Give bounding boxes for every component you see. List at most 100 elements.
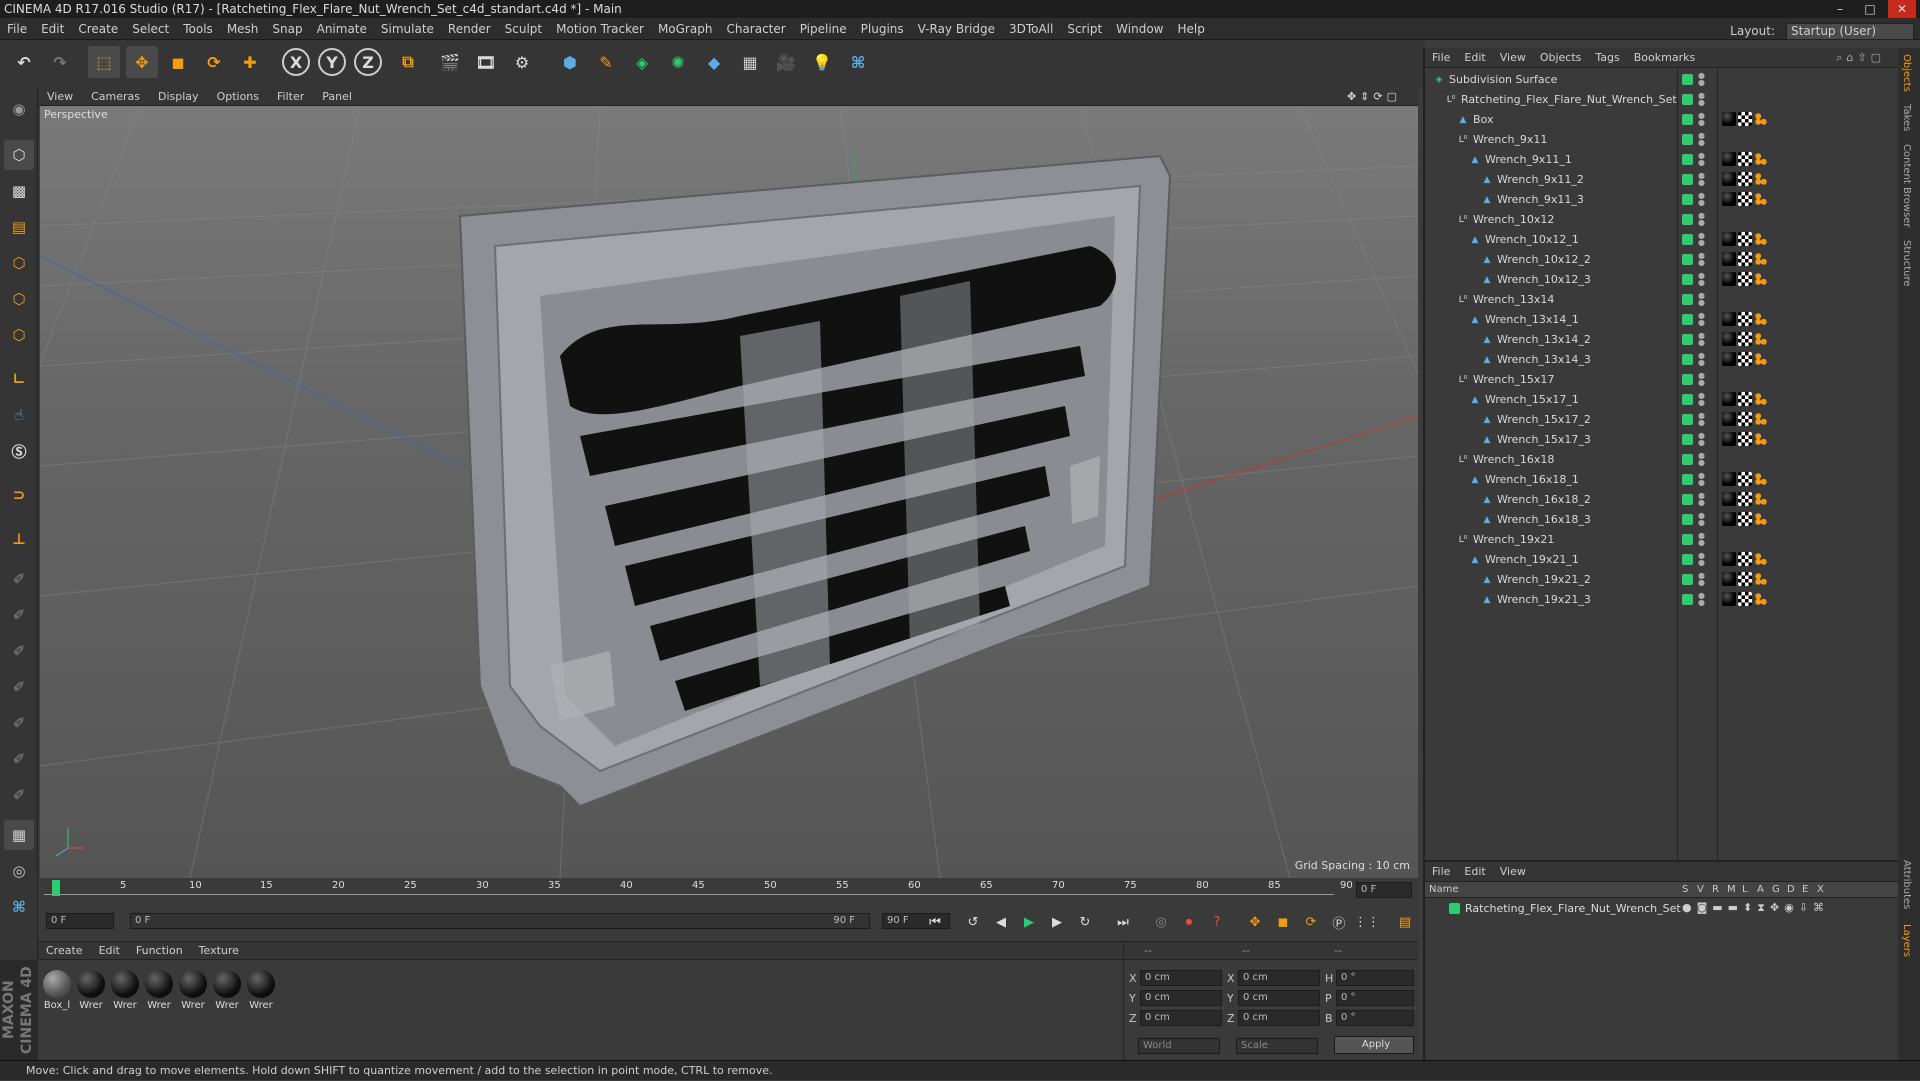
phong-tag-icon[interactable] bbox=[1754, 232, 1768, 246]
brush-tool-icon-5[interactable]: ✐ bbox=[4, 708, 34, 738]
visibility-toggle[interactable] bbox=[1682, 434, 1693, 445]
object-row[interactable]: ▲ Wrench_10x12_2 ● ● bbox=[1425, 250, 1900, 269]
material-tag-icon[interactable] bbox=[1722, 192, 1736, 206]
side-tab-attributes[interactable]: Attributes bbox=[1901, 860, 1912, 909]
visibility-toggle[interactable] bbox=[1682, 174, 1693, 185]
viewport-menu-view[interactable]: View bbox=[38, 88, 82, 106]
points-mode-icon[interactable]: ⬡ bbox=[4, 248, 34, 278]
material-tag-icon[interactable] bbox=[1722, 252, 1736, 266]
texture-tag-icon[interactable] bbox=[1738, 592, 1752, 606]
make-editable-icon[interactable]: ◉ bbox=[4, 94, 34, 124]
texture-mode-icon[interactable]: ▩ bbox=[4, 176, 34, 206]
menu-vray-bridge[interactable]: V-Ray Bridge bbox=[911, 18, 1002, 40]
material-tag-icon[interactable] bbox=[1722, 432, 1736, 446]
material-swatch[interactable]: Wrer bbox=[212, 970, 242, 1014]
polygons-mode-icon[interactable]: ⬡ bbox=[4, 320, 34, 350]
visibility-toggle[interactable] bbox=[1682, 514, 1693, 525]
editor-render-dots[interactable]: ● ● bbox=[1698, 272, 1705, 287]
menu-pipeline[interactable]: Pipeline bbox=[793, 18, 854, 40]
object-row[interactable]: ▲ Box ● ● bbox=[1425, 110, 1900, 129]
phong-tag-icon[interactable] bbox=[1754, 112, 1768, 126]
rotation-p-field[interactable]: 0 ° bbox=[1336, 990, 1414, 1006]
axis-z-lock[interactable]: Z bbox=[354, 48, 382, 76]
editor-render-dots[interactable]: ● ● bbox=[1698, 352, 1705, 367]
menu-sculpt[interactable]: Sculpt bbox=[498, 18, 549, 40]
viewport-menu-options[interactable]: Options bbox=[208, 88, 268, 106]
object-row[interactable]: ▲ Wrench_10x12_1 ● ● bbox=[1425, 230, 1900, 249]
phong-tag-icon[interactable] bbox=[1754, 312, 1768, 326]
visibility-toggle[interactable] bbox=[1682, 194, 1693, 205]
layers-menu-view[interactable]: View bbox=[1493, 862, 1533, 882]
brush-tool-icon-7[interactable]: ✐ bbox=[4, 780, 34, 810]
material-tag-icon[interactable] bbox=[1722, 352, 1736, 366]
editor-render-dots[interactable]: ● ● bbox=[1698, 552, 1705, 567]
material-tag-icon[interactable] bbox=[1722, 492, 1736, 506]
editor-render-dots[interactable]: ● ● bbox=[1698, 472, 1705, 487]
menu-tools[interactable]: Tools bbox=[176, 18, 220, 40]
layers-menu-edit[interactable]: Edit bbox=[1457, 862, 1492, 882]
editor-render-dots[interactable]: ● ● bbox=[1698, 112, 1705, 127]
editor-render-dots[interactable]: ● ● bbox=[1698, 572, 1705, 587]
material-tag-icon[interactable] bbox=[1722, 512, 1736, 526]
object-manager-nav-icons[interactable]: ⌕⌂⇧▢ bbox=[1829, 48, 1892, 68]
current-frame-field[interactable]: 0 F bbox=[1356, 882, 1412, 898]
editor-render-dots[interactable]: ● ● bbox=[1698, 172, 1705, 187]
rotate-tool-icon[interactable]: ⟳ bbox=[198, 46, 230, 78]
editor-render-dots[interactable]: ● ● bbox=[1698, 72, 1705, 87]
light-icon[interactable]: 💡 bbox=[806, 46, 838, 78]
side-tab-objects[interactable]: Objects bbox=[1901, 54, 1912, 92]
material-tag-icon[interactable] bbox=[1722, 172, 1736, 186]
material-swatch[interactable]: Wrer bbox=[144, 970, 174, 1014]
editor-render-dots[interactable]: ● ● bbox=[1698, 392, 1705, 407]
grid-icon[interactable]: ▦ bbox=[4, 820, 34, 850]
tweak-mode-icon[interactable]: ☝ bbox=[4, 400, 34, 430]
menu-script[interactable]: Script bbox=[1060, 18, 1109, 40]
visibility-toggle[interactable] bbox=[1682, 474, 1693, 485]
object-row[interactable]: ▲ Wrench_15x17_2 ● ● bbox=[1425, 410, 1900, 429]
phong-tag-icon[interactable] bbox=[1754, 492, 1768, 506]
start-frame-field[interactable]: 0 F bbox=[46, 913, 114, 929]
visibility-toggle[interactable] bbox=[1682, 334, 1693, 345]
render-view-icon[interactable]: 🎬 bbox=[434, 46, 466, 78]
floor-icon[interactable]: ▦ bbox=[734, 46, 766, 78]
visibility-toggle[interactable] bbox=[1682, 574, 1693, 585]
texture-tag-icon[interactable] bbox=[1738, 172, 1752, 186]
workplane-icon[interactable]: ▤ bbox=[4, 212, 34, 242]
close-button[interactable]: ✕ bbox=[1888, 0, 1916, 18]
menu-edit[interactable]: Edit bbox=[34, 18, 71, 40]
object-row[interactable]: ▲ Wrench_16x18_3 ● ● bbox=[1425, 510, 1900, 529]
soft-selection-icon[interactable]: ◎ bbox=[4, 856, 34, 886]
object-row[interactable]: ▲ Wrench_13x14_2 ● ● bbox=[1425, 330, 1900, 349]
viewport-menu-display[interactable]: Display bbox=[149, 88, 208, 106]
visibility-toggle[interactable] bbox=[1682, 74, 1693, 85]
lock-workplane-icon[interactable]: ⊥ bbox=[4, 524, 34, 554]
phong-tag-icon[interactable] bbox=[1754, 552, 1768, 566]
phong-tag-icon[interactable] bbox=[1754, 392, 1768, 406]
axis-y-lock[interactable]: Y bbox=[318, 48, 346, 76]
material-tag-icon[interactable] bbox=[1722, 592, 1736, 606]
maximize-button[interactable]: □ bbox=[1856, 0, 1884, 18]
material-tag-icon[interactable] bbox=[1722, 392, 1736, 406]
texture-tag-icon[interactable] bbox=[1738, 112, 1752, 126]
texture-tag-icon[interactable] bbox=[1738, 392, 1752, 406]
phong-tag-icon[interactable] bbox=[1754, 252, 1768, 266]
cloner-icon[interactable]: ✺ bbox=[662, 46, 694, 78]
visibility-toggle[interactable] bbox=[1682, 294, 1693, 305]
visibility-toggle[interactable] bbox=[1682, 414, 1693, 425]
object-row[interactable]: ▲ Wrench_13x14_3 ● ● bbox=[1425, 350, 1900, 369]
phong-tag-icon[interactable] bbox=[1754, 352, 1768, 366]
editor-render-dots[interactable]: ● ● bbox=[1698, 212, 1705, 227]
preview-range-slider[interactable]: 0 F 90 F bbox=[130, 913, 870, 929]
editor-render-dots[interactable]: ● ● bbox=[1698, 372, 1705, 387]
menu-animate[interactable]: Animate bbox=[310, 18, 374, 40]
material-tag-icon[interactable] bbox=[1722, 412, 1736, 426]
object-row[interactable]: ▲ Wrench_16x18_1 ● ● bbox=[1425, 470, 1900, 489]
visibility-toggle[interactable] bbox=[1682, 534, 1693, 545]
minimize-button[interactable]: – bbox=[1826, 0, 1854, 18]
subdivision-surface-icon[interactable]: ◈ bbox=[626, 46, 658, 78]
redo-icon[interactable]: ↷ bbox=[44, 46, 76, 78]
python-script-icon[interactable]: ⌘ bbox=[4, 892, 34, 922]
visibility-toggle[interactable] bbox=[1682, 374, 1693, 385]
menu-create[interactable]: Create bbox=[71, 18, 125, 40]
objects-menu-bookmarks[interactable]: Bookmarks bbox=[1627, 48, 1702, 68]
